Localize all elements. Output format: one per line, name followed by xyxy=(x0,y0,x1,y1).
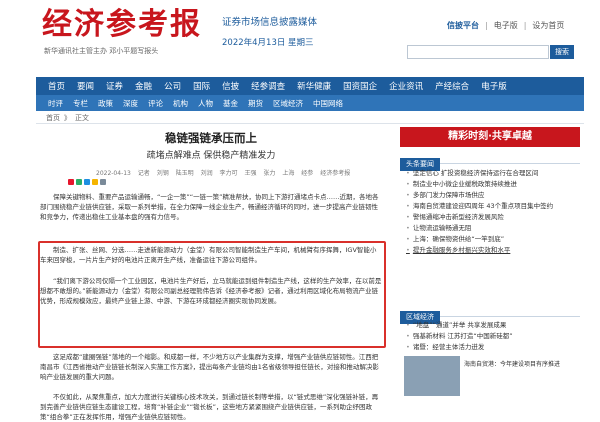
meta-item: 刘钢 xyxy=(156,170,169,177)
subnav-item[interactable]: 区域经济 xyxy=(273,98,303,109)
meta-item: 经济参考报 xyxy=(320,170,351,177)
site-date: 2022年4月13日 星期三 xyxy=(222,38,314,48)
subnav-item[interactable]: 人物 xyxy=(198,98,213,109)
subnav-item[interactable]: 机构 xyxy=(173,98,188,109)
share-more-icon[interactable] xyxy=(100,179,106,185)
section-header: 头条要闻 xyxy=(400,151,580,171)
sub-nav: 时评 专栏 政策 深度 评论 机构 人物 基金 期货 区域经济 中国网络 xyxy=(36,95,584,111)
nav-item[interactable]: 公司 xyxy=(164,80,181,92)
share-qzone-icon[interactable] xyxy=(92,179,98,185)
news-item[interactable]: 海南自贸港建设迎四周年 43个重点项目集中签约 xyxy=(406,201,578,212)
nav-item[interactable]: 新华健康 xyxy=(297,80,331,92)
nav-item[interactable]: 国际 xyxy=(193,80,210,92)
article-subtitle: 疏堵点解难点 保供稳产精准发力 xyxy=(146,151,276,161)
article-paragraph: 保障关键物料、重要产品运输通畅，“一企一策”“一链一策”精准帮扶，协同上下游打通… xyxy=(40,193,379,221)
news-item[interactable]: 诸暨：经营主体活力迸发 xyxy=(406,342,578,353)
section-header: 区域经济 xyxy=(400,304,580,324)
subnav-item[interactable]: 评论 xyxy=(148,98,163,109)
logo-slogan: 新华通讯社主管主办 邓小平题写报头 xyxy=(44,47,159,55)
meta-item: 陆玉明 xyxy=(175,170,194,177)
breadcrumb-current: 正文 xyxy=(75,114,89,122)
share-wechat-icon[interactable] xyxy=(76,179,82,185)
meta-item: 刘润 xyxy=(200,170,213,177)
link-separator: | xyxy=(485,21,488,30)
subnav-item[interactable]: 中国网络 xyxy=(313,98,343,109)
nav-item[interactable]: 要闻 xyxy=(77,80,94,92)
nav-item[interactable]: 经参调查 xyxy=(251,80,285,92)
sidebar: 精彩时刻·共享卓越 头条要闻 坚定信心 扩投资稳经济保持运行在合理区间 制造业中… xyxy=(396,124,582,422)
meta-item: 记者 xyxy=(137,170,150,177)
news-item[interactable]: 坚定信心 扩投资稳经济保持运行在合理区间 xyxy=(406,168,578,179)
search-button[interactable]: 搜索 xyxy=(550,45,574,59)
meta-item: 王强 xyxy=(244,170,257,177)
highlight-box xyxy=(38,241,386,348)
subnav-item[interactable]: 期货 xyxy=(248,98,263,109)
site-description: 证券市场信息披露媒体 xyxy=(222,17,318,28)
subnav-item[interactable]: 时评 xyxy=(48,98,63,109)
article-date: 2022-04-13 xyxy=(96,170,131,177)
news-item[interactable]: 强基新材料 江苏打造“中国新硅都” xyxy=(406,331,578,342)
article-paragraph: 这足成都“建圈强链”落地的一个缩影。和成都一样，不少地方以产业集群为支撑，增强产… xyxy=(40,353,379,381)
link-separator: | xyxy=(523,21,527,30)
share-icons xyxy=(68,179,106,185)
news-photo[interactable] xyxy=(404,356,460,396)
subnav-item[interactable]: 基金 xyxy=(223,98,238,109)
news-item[interactable]: 制造业中小微企业缓税政策持续推进 xyxy=(406,179,578,190)
meta-item: 上海 xyxy=(282,170,295,177)
main-nav: 首页 要闻 证券 金融 公司 国际 信披 经参调查 新华健康 国资国企 企业资讯… xyxy=(36,77,584,95)
subnav-item[interactable]: 专栏 xyxy=(73,98,88,109)
nav-item[interactable]: 证券 xyxy=(106,80,123,92)
search-input[interactable] xyxy=(407,45,549,59)
meta-item: 张力 xyxy=(263,170,276,177)
news-item[interactable]: 警惕通缩冲击新型经济发展风险 xyxy=(406,212,578,223)
meta-item: 李力可 xyxy=(219,170,238,177)
breadcrumb-home[interactable]: 首页 xyxy=(46,114,60,122)
ad-banner[interactable]: 精彩时刻·共享卓越 xyxy=(400,127,580,147)
nav-item[interactable]: 电子版 xyxy=(481,80,507,92)
nav-item[interactable]: 信披 xyxy=(222,80,239,92)
news-item[interactable]: 多部门发力保障市场供应 xyxy=(406,190,578,201)
news-item[interactable]: “地盘”“通道”并举 共享发展成果 xyxy=(406,320,578,331)
share-qq-icon[interactable] xyxy=(84,179,90,185)
masthead: 经济参考报 新华通讯社主管主办 邓小平题写报头 证券市场信息披露媒体 2022年… xyxy=(0,0,600,70)
news-item[interactable]: 上海：确保物资供给“一竿到底” xyxy=(406,234,578,245)
headline-news-list: 坚定信心 扩投资稳经济保持运行在合理区间 制造业中小微企业缓税政策持续推进 多部… xyxy=(406,168,578,256)
share-weibo-icon[interactable] xyxy=(68,179,74,185)
nav-item[interactable]: 企业资讯 xyxy=(389,80,423,92)
breadcrumb: 首页》正文 xyxy=(46,113,93,123)
subnav-item[interactable]: 政策 xyxy=(98,98,113,109)
e-paper-link[interactable]: 电子版 xyxy=(494,21,518,30)
top-links: 信披平台 | 电子版 | 设为首页 xyxy=(447,20,570,31)
nav-item[interactable]: 国资国企 xyxy=(343,80,377,92)
nav-item[interactable]: 首页 xyxy=(48,80,65,92)
nav-item[interactable]: 产经综合 xyxy=(435,80,469,92)
meta-item: 经参 xyxy=(301,170,314,177)
subnav-item[interactable]: 深度 xyxy=(123,98,138,109)
article-title: 稳链强链承压而上 xyxy=(165,131,257,145)
nav-item[interactable]: 金融 xyxy=(135,80,152,92)
photo-caption[interactable]: 海南自贸港：今年建设项目有序推进 xyxy=(464,360,580,369)
site-logo[interactable]: 经济参考报 xyxy=(42,8,202,42)
news-item[interactable]: 让物流运输畅通无阻 xyxy=(406,223,578,234)
article: 稳链强链承压而上 疏堵点解难点 保供稳产精准发力 2022-04-13 记者 刘… xyxy=(38,124,386,422)
news-item[interactable]: 提升金融服务乡村振兴实效和水平 xyxy=(406,245,578,256)
article-meta: 2022-04-13 记者 刘钢 陆玉明 刘润 李力可 王强 张力 上海 经参 … xyxy=(96,168,355,177)
set-homepage-link[interactable]: 设为首页 xyxy=(532,21,564,30)
article-paragraph: 不仅如此，从聚焦重点，加大力度进行关键核心技术攻关，到通过链长制等举措，以“链式… xyxy=(40,393,379,421)
breadcrumb-sep: 》 xyxy=(64,114,71,122)
disclosure-platform-link[interactable]: 信披平台 xyxy=(447,21,479,30)
regional-news-list: “地盘”“通道”并举 共享发展成果 强基新材料 江苏打造“中国新硅都” 诸暨：经… xyxy=(406,320,578,353)
